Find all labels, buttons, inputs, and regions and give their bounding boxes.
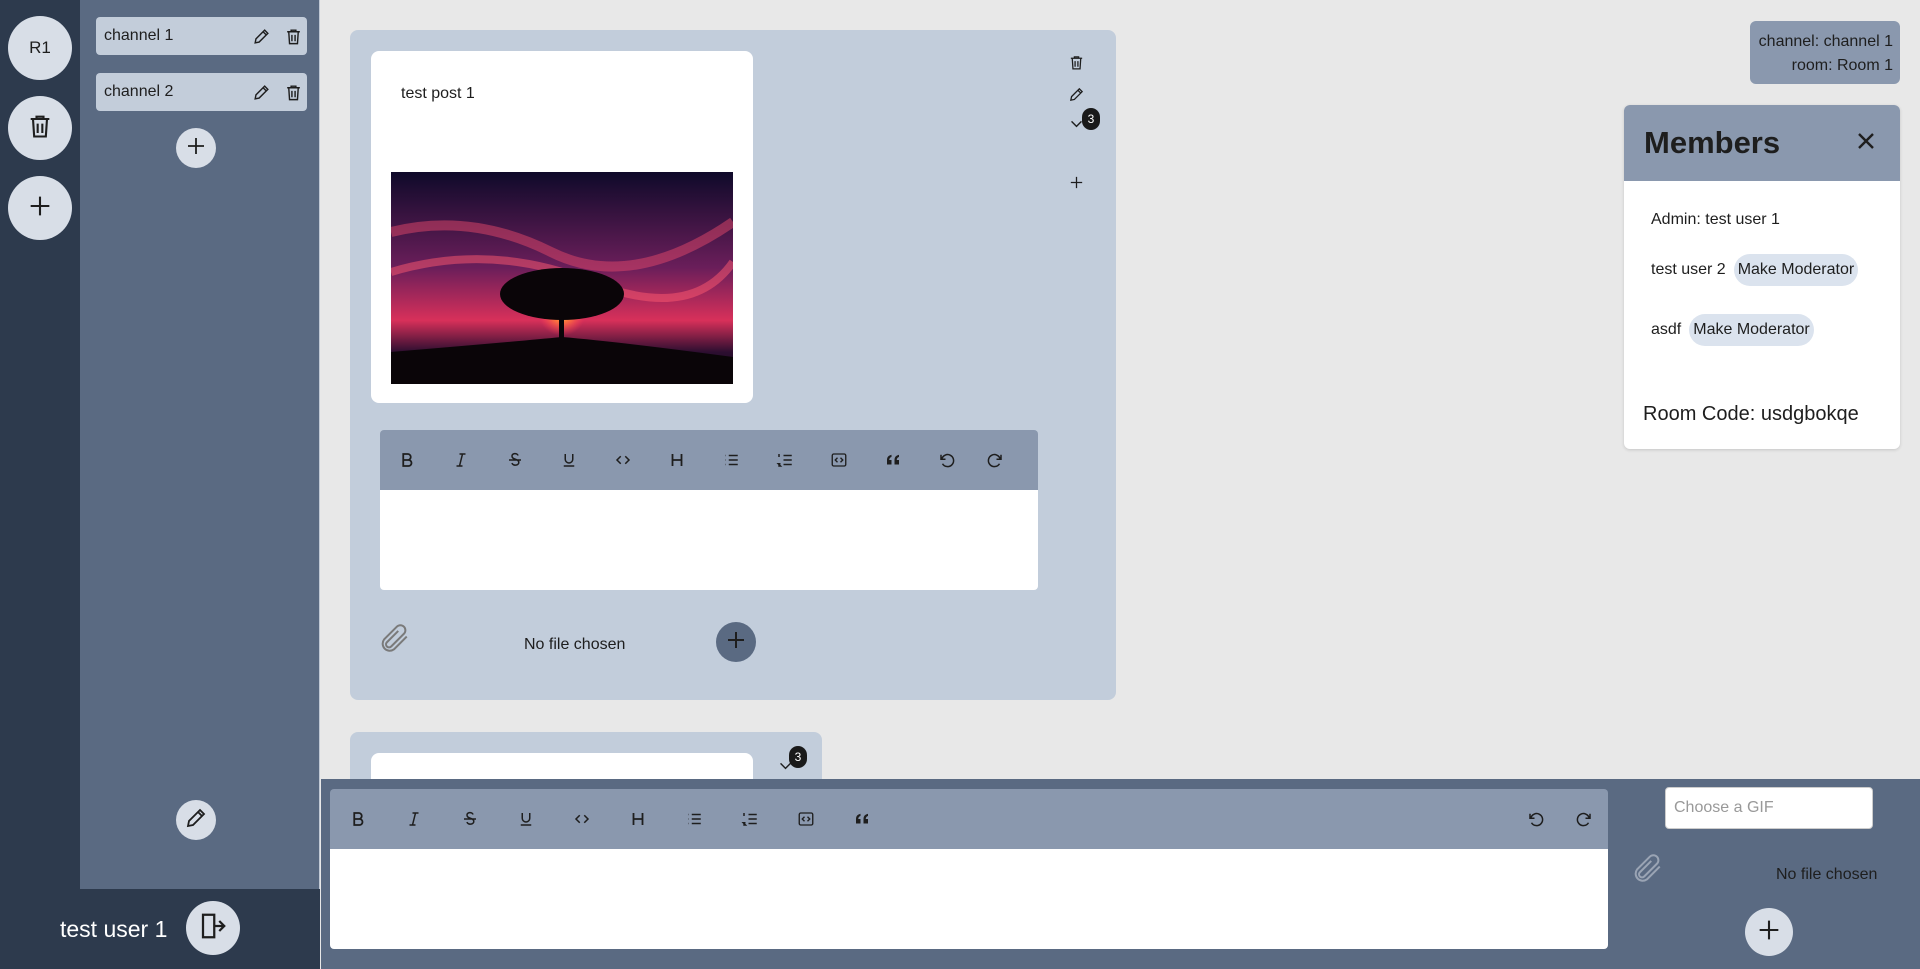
ordered-list-icon[interactable]: [740, 809, 760, 829]
channel-item[interactable]: channel 2: [96, 73, 307, 111]
edit-post-button[interactable]: [1066, 87, 1086, 107]
pencil-icon: [1068, 86, 1085, 108]
pencil-icon[interactable]: [251, 26, 271, 46]
channel-label: channel 2: [104, 83, 174, 100]
italic-icon[interactable]: [452, 450, 470, 470]
message-editor: [330, 789, 1608, 949]
close-icon[interactable]: [1852, 127, 1880, 155]
plus-icon: [724, 628, 748, 657]
underline-icon[interactable]: [516, 809, 536, 829]
pencil-icon[interactable]: [251, 82, 271, 102]
bold-icon[interactable]: [398, 450, 416, 470]
plus-icon: [1755, 916, 1783, 949]
code-block-icon[interactable]: [830, 450, 848, 470]
bold-icon[interactable]: [348, 809, 368, 829]
submit-reply-button[interactable]: [716, 622, 756, 662]
post-text: test post 1: [401, 85, 475, 102]
member-row: asdf Make Moderator: [1651, 314, 1814, 346]
file-status: No file chosen: [524, 636, 626, 653]
members-panel: Members Admin: test user 1 test user 2 M…: [1624, 105, 1900, 449]
redo-icon[interactable]: [986, 450, 1004, 470]
user-footer: test user 1: [0, 889, 320, 969]
reply-button[interactable]: [1066, 175, 1086, 195]
trash-icon: [1068, 54, 1085, 76]
delete-room-button[interactable]: [8, 96, 72, 160]
delete-post-button[interactable]: [1066, 55, 1086, 75]
add-channel-button[interactable]: [176, 128, 216, 168]
editor-toolbar: [330, 789, 1608, 849]
post-image: [391, 172, 733, 384]
ordered-list-icon[interactable]: [776, 450, 794, 470]
channel-label: channel 1: [104, 27, 174, 44]
plus-icon: [184, 134, 208, 163]
post-card: test post 1 3 No file chosen: [350, 30, 1116, 700]
plus-icon: [26, 192, 54, 225]
add-room-button[interactable]: [8, 176, 72, 240]
quote-icon[interactable]: [852, 809, 872, 829]
code-block-icon[interactable]: [796, 809, 816, 829]
channel-item[interactable]: channel 1: [96, 17, 307, 55]
italic-icon[interactable]: [404, 809, 424, 829]
quote-icon[interactable]: [884, 450, 902, 470]
members-title: Members: [1644, 125, 1781, 160]
member-row: test user 2 Make Moderator: [1651, 254, 1859, 286]
member-name: test user 2: [1651, 261, 1726, 278]
room-name-line: room: Room 1: [1791, 57, 1893, 74]
logout-button[interactable]: [186, 901, 240, 955]
reply-count-badge: 3: [789, 746, 807, 768]
redo-icon[interactable]: [1574, 809, 1594, 829]
admin-label: Admin: test user 1: [1651, 211, 1780, 228]
logout-icon: [198, 911, 228, 946]
undo-icon[interactable]: [1526, 809, 1546, 829]
admin-row: Admin: test user 1: [1651, 211, 1780, 229]
room-label: R1: [29, 38, 51, 57]
bullet-list-icon[interactable]: [684, 809, 704, 829]
code-icon[interactable]: [572, 809, 592, 829]
editor-body[interactable]: [330, 849, 1608, 949]
channel-name-line: channel: channel 1: [1758, 33, 1893, 50]
make-moderator-button[interactable]: Make Moderator: [1733, 254, 1859, 286]
paperclip-icon[interactable]: [1629, 850, 1665, 886]
room-button-r1[interactable]: R1: [8, 16, 72, 80]
channels-panel: channel 1 channel 2: [80, 0, 320, 889]
bullet-list-icon[interactable]: [722, 450, 740, 470]
underline-icon[interactable]: [560, 450, 578, 470]
undo-icon[interactable]: [938, 450, 956, 470]
edit-profile-button[interactable]: [176, 800, 216, 840]
members-header: Members: [1624, 105, 1900, 181]
trash-icon[interactable]: [283, 26, 303, 46]
send-message-button[interactable]: [1745, 908, 1793, 956]
strikethrough-icon[interactable]: [506, 450, 524, 470]
user-name: test user 1: [60, 916, 168, 942]
channel-info: channel: channel 1 room: Room 1: [1750, 21, 1900, 84]
gif-search-input[interactable]: [1665, 787, 1873, 829]
trash-icon[interactable]: [283, 82, 303, 102]
room-code: Room Code: usdgbokqe: [1643, 403, 1859, 425]
member-name: asdf: [1651, 321, 1682, 338]
editor-toolbar: [380, 430, 1038, 490]
reply-editor: [380, 430, 1038, 590]
heading-icon[interactable]: [668, 450, 686, 470]
plus-icon: [1068, 174, 1085, 196]
strikethrough-icon[interactable]: [460, 809, 480, 829]
reply-count-badge: 3: [1082, 108, 1100, 130]
editor-body[interactable]: [380, 490, 1038, 590]
rooms-rail: R1: [0, 0, 80, 969]
trash-icon: [26, 112, 54, 145]
pencil-icon: [184, 806, 208, 835]
code-icon[interactable]: [614, 450, 632, 470]
file-status: No file chosen: [1776, 866, 1878, 883]
post-content: test post 1: [371, 51, 753, 403]
paperclip-icon[interactable]: [376, 620, 412, 656]
heading-icon[interactable]: [628, 809, 648, 829]
make-moderator-button[interactable]: Make Moderator: [1689, 314, 1814, 346]
